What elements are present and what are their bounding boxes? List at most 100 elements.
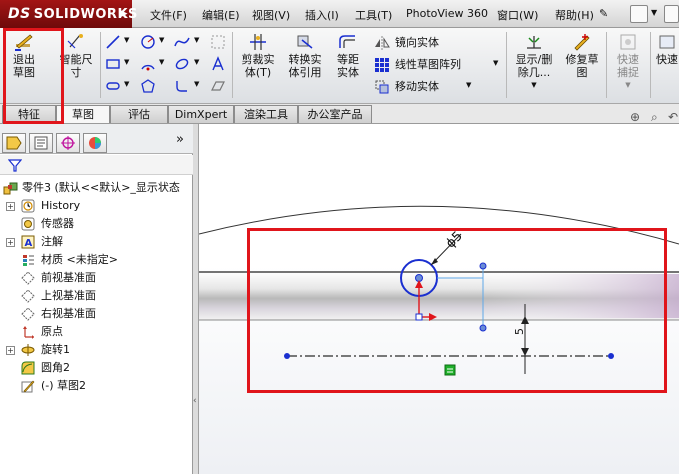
- arc-dropdown-icon[interactable]: ▼: [159, 58, 164, 66]
- mirror-entities-button[interactable]: 镜向实体: [374, 34, 439, 51]
- brand-prefix: DS: [8, 6, 31, 22]
- rectangle-icon[interactable]: [105, 56, 121, 72]
- linear-pattern-dropdown-icon[interactable]: ▼: [493, 59, 498, 67]
- tree-item[interactable]: (-) 草图2: [0, 377, 193, 395]
- mirror-entities-label: 镜向实体: [395, 36, 439, 49]
- tree-item[interactable]: 前视基准面: [0, 269, 193, 287]
- tree-item[interactable]: 材质 <未指定>: [0, 251, 193, 269]
- expand-icon[interactable]: +: [6, 346, 15, 355]
- open-document-icon[interactable]: [664, 5, 679, 23]
- tree-item-label: 材质 <未指定>: [41, 253, 118, 266]
- slot-dropdown-icon[interactable]: ▼: [124, 80, 129, 88]
- circle-dropdown-icon[interactable]: ▼: [159, 36, 164, 44]
- tree-item[interactable]: + A 注解: [0, 233, 193, 251]
- tree-item[interactable]: + 旋转1: [0, 341, 193, 359]
- quick-snaps-button[interactable]: 快速捕捉 ▼: [611, 30, 645, 92]
- arc-icon[interactable]: [140, 56, 156, 72]
- sensor-icon: [21, 217, 35, 231]
- previous-view-icon[interactable]: ↶: [668, 110, 678, 124]
- expand-icon[interactable]: +: [6, 238, 15, 247]
- title-menu-bar: DS SOLIDWORKS ▶ 文件(F) 编辑(E) 视图(V) 插入(I) 工…: [0, 0, 679, 28]
- tree-item[interactable]: 圆角2: [0, 359, 193, 377]
- tab-sketch[interactable]: 草图: [56, 105, 110, 123]
- menu-view[interactable]: 视图(V): [252, 7, 290, 23]
- logo-arrow-icon[interactable]: ▶: [121, 0, 128, 28]
- feature-manager-tab[interactable]: [2, 133, 26, 153]
- plane-icon: [21, 271, 35, 285]
- move-dropdown-icon[interactable]: ▼: [466, 81, 471, 89]
- line-icon[interactable]: [105, 34, 121, 50]
- ellipse-icon[interactable]: [174, 56, 190, 72]
- convert-entities-button[interactable]: 转换实体引用: [284, 30, 326, 79]
- fillet-sketch-icon[interactable]: [174, 78, 190, 94]
- quick-snaps-label: 快速捕捉: [617, 53, 639, 79]
- smart-dimension-icon: [67, 34, 83, 49]
- pin-icon[interactable]: ✎: [599, 7, 608, 20]
- menu-photoview[interactable]: PhotoView 360: [406, 7, 488, 20]
- offset-entities-button[interactable]: 等距实体: [330, 30, 366, 79]
- spline-icon[interactable]: [174, 34, 190, 50]
- plane-sketch-icon[interactable]: [210, 78, 226, 94]
- property-manager-tab[interactable]: [29, 133, 53, 153]
- quick-view-label: 快速: [656, 53, 678, 66]
- polygon-icon[interactable]: [140, 78, 156, 94]
- command-manager: 退出草图 智能尺寸 ▼ ▼ ▼ ▼ ▼ ▼ ▼ ▼ 剪裁实体(T) 转换实体引用…: [0, 28, 679, 104]
- tree-item-label: 右视基准面: [41, 307, 96, 320]
- slot-icon[interactable]: [105, 78, 121, 94]
- menu-insert[interactable]: 插入(I): [305, 7, 339, 23]
- spline-dropdown-icon[interactable]: ▼: [194, 36, 199, 44]
- highlight-box-sketch: [247, 228, 667, 393]
- tree-root-part[interactable]: 零件3 (默认<<默认>_显示状态: [0, 179, 193, 197]
- tree-item[interactable]: 右视基准面: [0, 305, 193, 323]
- tree-item[interactable]: 原点: [0, 323, 193, 341]
- zoom-to-fit-icon[interactable]: ⊕: [630, 110, 640, 124]
- menu-tools[interactable]: 工具(T): [355, 7, 392, 23]
- fillet-dropdown-icon[interactable]: ▼: [194, 80, 199, 88]
- menu-edit[interactable]: 编辑(E): [202, 7, 240, 23]
- linear-pattern-icon: [375, 58, 389, 72]
- separator: [506, 32, 507, 98]
- linear-pattern-button[interactable]: 线性草图阵列: [374, 56, 461, 73]
- crosshair-icon: [61, 136, 75, 150]
- filter-icon[interactable]: [8, 158, 22, 172]
- new-document-icon[interactable]: [630, 5, 648, 23]
- solidworks-logo[interactable]: DS SOLIDWORKS ▶: [0, 0, 137, 28]
- text-icon[interactable]: [210, 56, 226, 72]
- linear-pattern-label: 线性草图阵列: [395, 58, 461, 71]
- menu-window[interactable]: 窗口(W): [497, 7, 538, 23]
- construction-grid-icon[interactable]: [210, 34, 226, 50]
- display-delete-relations-button[interactable]: 显示/删除几... ▼: [511, 30, 557, 92]
- trim-icon: [250, 34, 266, 50]
- zoom-to-area-icon[interactable]: ⌕: [651, 110, 658, 125]
- move-entities-button[interactable]: 移动实体: [374, 78, 439, 95]
- appearance-tab[interactable]: [83, 133, 107, 153]
- tree-item[interactable]: 传感器: [0, 215, 193, 233]
- move-entities-label: 移动实体: [395, 80, 439, 93]
- panel-expand-icon[interactable]: »: [176, 132, 184, 147]
- rectangle-dropdown-icon[interactable]: ▼: [124, 58, 129, 66]
- tab-office-products[interactable]: 办公室产品: [298, 105, 372, 123]
- line-dropdown-icon[interactable]: ▼: [124, 36, 129, 44]
- tree-item-label: 传感器: [41, 217, 74, 230]
- configuration-manager-tab[interactable]: [56, 133, 80, 153]
- tree-item-label: 注解: [41, 235, 63, 248]
- tree-item[interactable]: 上视基准面: [0, 287, 193, 305]
- appearance-icon: [89, 137, 101, 149]
- quick-view-button[interactable]: 快速: [655, 30, 679, 66]
- quick-snaps-dropdown-icon[interactable]: ▼: [611, 79, 645, 92]
- relations-dropdown-icon[interactable]: ▼: [511, 79, 557, 92]
- menu-file[interactable]: 文件(F): [150, 7, 187, 23]
- display-delete-relations-label: 显示/删除几...: [515, 53, 553, 79]
- tree-item[interactable]: + History: [0, 197, 193, 215]
- expand-icon[interactable]: +: [6, 202, 15, 211]
- trim-entities-button[interactable]: 剪裁实体(T): [236, 30, 280, 79]
- tab-evaluate[interactable]: 评估: [110, 105, 168, 123]
- ellipse-dropdown-icon[interactable]: ▼: [194, 58, 199, 66]
- repair-sketch-button[interactable]: 修复草图: [562, 30, 602, 79]
- new-dropdown-icon[interactable]: ▼: [651, 8, 657, 17]
- circle-icon[interactable]: [140, 34, 156, 50]
- collapse-panel-icon[interactable]: ‹: [193, 396, 197, 406]
- tab-dimxpert[interactable]: DimXpert: [168, 105, 234, 123]
- menu-help[interactable]: 帮助(H): [555, 7, 594, 23]
- tab-render-tools[interactable]: 渲染工具: [234, 105, 298, 123]
